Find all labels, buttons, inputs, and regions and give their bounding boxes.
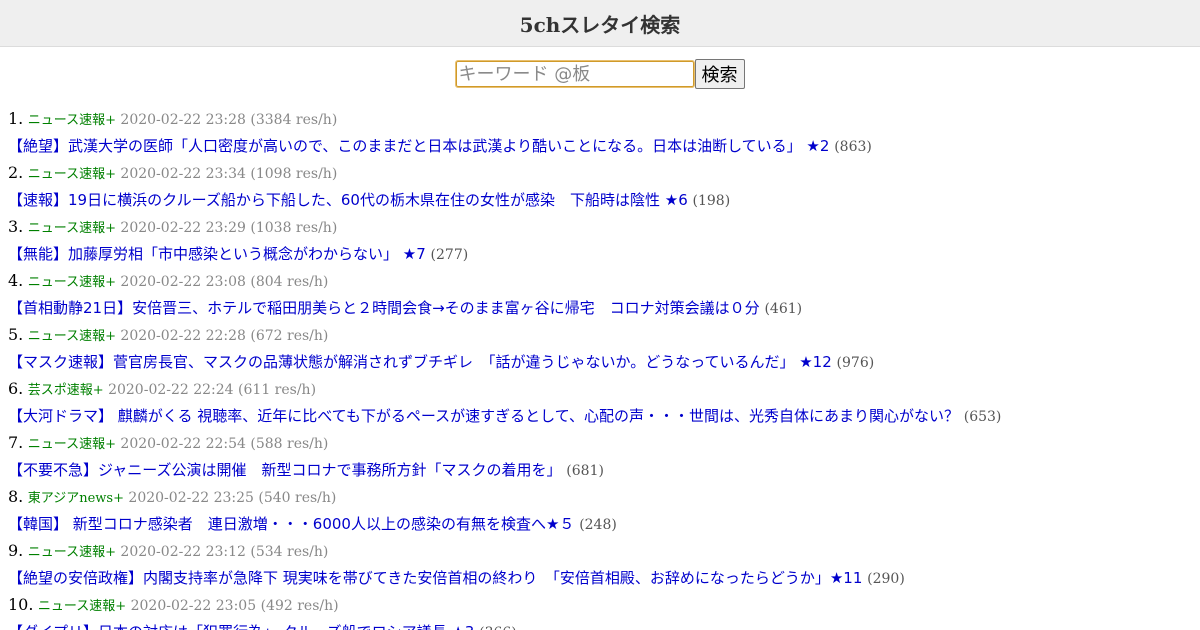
- thread-title-link[interactable]: 【ダイプリ】日本の対応は「犯罪行為」 クルーズ船でロシア議長 ★3: [8, 623, 474, 630]
- list-item: 3. ニュース速報+ 2020-02-22 23:29 (1038 res/h)…: [8, 215, 1200, 269]
- result-meta: 8. 東アジアnews+ 2020-02-22 23:25 (540 res/h…: [8, 485, 1200, 512]
- board-link[interactable]: ニュース速報+: [28, 113, 116, 128]
- result-datetime: 2020-02-22 23:34: [120, 166, 246, 182]
- board-link[interactable]: ニュース速報+: [28, 221, 116, 236]
- result-title-line: 【無能】加藤厚労相「市中感染という概念がわからない」 ★7 (277): [8, 242, 1200, 269]
- result-title-line: 【ダイプリ】日本の対応は「犯罪行為」 クルーズ船でロシア議長 ★3 (366): [8, 620, 1200, 630]
- response-count: (277): [430, 247, 469, 263]
- result-meta: 1. ニュース速報+ 2020-02-22 23:28 (3384 res/h): [8, 107, 1200, 134]
- result-number: 1.: [8, 109, 24, 128]
- result-title-line: 【絶望】武漢大学の医師「人口密度が高いので、このままだと日本は武漢より酷いことに…: [8, 134, 1200, 161]
- result-datetime: 2020-02-22 23:29: [120, 220, 246, 236]
- board-link[interactable]: ニュース速報+: [38, 599, 126, 614]
- result-rate: (540 res/h): [258, 490, 337, 506]
- result-rate: (3384 res/h): [250, 112, 338, 128]
- response-count: (681): [566, 463, 604, 479]
- result-number: 7.: [8, 433, 24, 452]
- result-datetime: 2020-02-22 23:12: [120, 544, 246, 560]
- thread-title-link[interactable]: 【絶望】武漢大学の医師「人口密度が高いので、このままだと日本は武漢より酷いことに…: [8, 137, 829, 155]
- response-count: (461): [764, 301, 803, 317]
- result-title-line: 【マスク速報】菅官房長官、マスクの品薄状態が解消されずブチギレ 「話が違うじゃな…: [8, 350, 1200, 377]
- result-datetime: 2020-02-22 22:24: [108, 382, 234, 398]
- result-title-line: 【韓国】 新型コロナ感染者 連日激増・・・6000人以上の感染の有無を検査へ★５…: [8, 512, 1200, 539]
- board-link[interactable]: ニュース速報+: [28, 329, 116, 344]
- list-item: 9. ニュース速報+ 2020-02-22 23:12 (534 res/h) 【…: [8, 539, 1200, 593]
- list-item: 10. ニュース速報+ 2020-02-22 23:05 (492 res/h)…: [8, 593, 1200, 630]
- board-link[interactable]: 芸スポ速報+: [28, 383, 104, 398]
- result-title-line: 【絶望の安倍政権】内閣支持率が急降下 現実味を帯びてきた安倍首相の終わり 「安倍…: [8, 566, 1200, 593]
- response-count: (976): [836, 355, 875, 371]
- result-rate: (804 res/h): [250, 274, 329, 290]
- result-rate: (1098 res/h): [250, 166, 338, 182]
- board-link[interactable]: 東アジアnews+: [28, 491, 124, 506]
- result-datetime: 2020-02-22 23:25: [128, 490, 254, 506]
- thread-title-link[interactable]: 【絶望の安倍政権】内閣支持率が急降下 現実味を帯びてきた安倍首相の終わり 「安倍…: [8, 569, 862, 587]
- results-list: 1. ニュース速報+ 2020-02-22 23:28 (3384 res/h)…: [0, 107, 1200, 630]
- result-number: 8.: [8, 487, 24, 506]
- board-link[interactable]: ニュース速報+: [28, 545, 116, 560]
- result-number: 4.: [8, 271, 24, 290]
- result-meta: 2. ニュース速報+ 2020-02-22 23:34 (1098 res/h): [8, 161, 1200, 188]
- search-form: 検索: [0, 59, 1200, 89]
- result-datetime: 2020-02-22 22:54: [120, 436, 246, 452]
- result-number: 10.: [8, 595, 34, 614]
- result-datetime: 2020-02-22 23:05: [130, 598, 257, 614]
- list-item: 4. ニュース速報+ 2020-02-22 23:08 (804 res/h) 【…: [8, 269, 1200, 323]
- response-count: (863): [834, 139, 872, 155]
- result-rate: (588 res/h): [250, 436, 329, 452]
- site-header: 5chスレタイ検索: [0, 0, 1200, 47]
- response-count: (290): [867, 571, 905, 587]
- result-number: 3.: [8, 217, 24, 236]
- result-meta: 10. ニュース速報+ 2020-02-22 23:05 (492 res/h): [8, 593, 1200, 620]
- search-button[interactable]: 検索: [694, 59, 745, 89]
- page-title: 5chスレタイ検索: [519, 12, 681, 37]
- result-rate: (611 res/h): [238, 382, 317, 398]
- response-count: (653): [963, 409, 1002, 425]
- thread-title-link[interactable]: 【無能】加藤厚労相「市中感染という概念がわからない」 ★7: [8, 245, 426, 263]
- result-meta: 4. ニュース速報+ 2020-02-22 23:08 (804 res/h): [8, 269, 1200, 296]
- result-number: 2.: [8, 163, 24, 182]
- result-datetime: 2020-02-22 22:28: [120, 328, 246, 344]
- result-title-line: 【速報】19日に横浜のクルーズ船から下船した、60代の栃木県在住の女性が感染 下…: [8, 188, 1200, 215]
- thread-title-link[interactable]: 【首相動静21日】安倍晋三、ホテルで稲田朋美らと２時間会食→そのまま富ヶ谷に帰宅…: [8, 299, 760, 317]
- response-count: (198): [692, 193, 731, 209]
- list-item: 2. ニュース速報+ 2020-02-22 23:34 (1098 res/h)…: [8, 161, 1200, 215]
- thread-title-link[interactable]: 【速報】19日に横浜のクルーズ船から下船した、60代の栃木県在住の女性が感染 下…: [8, 191, 688, 209]
- result-rate: (1038 res/h): [250, 220, 338, 236]
- result-title-line: 【大河ドラマ】 麒麟がくる 視聴率、近年に比べても下がるペースが速すぎるとして、…: [8, 404, 1200, 431]
- result-datetime: 2020-02-22 23:08: [120, 274, 246, 290]
- result-meta: 6. 芸スポ速報+ 2020-02-22 22:24 (611 res/h): [8, 377, 1200, 404]
- result-title-line: 【不要不急】ジャニーズ公演は開催 新型コロナで事務所方針「マスクの着用を」 (6…: [8, 458, 1200, 485]
- result-meta: 3. ニュース速報+ 2020-02-22 23:29 (1038 res/h): [8, 215, 1200, 242]
- list-item: 8. 東アジアnews+ 2020-02-22 23:25 (540 res/h…: [8, 485, 1200, 539]
- result-rate: (492 res/h): [260, 598, 339, 614]
- response-count: (248): [579, 517, 617, 533]
- result-number: 6.: [8, 379, 24, 398]
- result-meta: 9. ニュース速報+ 2020-02-22 23:12 (534 res/h): [8, 539, 1200, 566]
- result-title-line: 【首相動静21日】安倍晋三、ホテルで稲田朋美らと２時間会食→そのまま富ヶ谷に帰宅…: [8, 296, 1200, 323]
- board-link[interactable]: ニュース速報+: [28, 167, 116, 182]
- result-rate: (534 res/h): [250, 544, 329, 560]
- board-link[interactable]: ニュース速報+: [28, 275, 116, 290]
- thread-title-link[interactable]: 【大河ドラマ】 麒麟がくる 視聴率、近年に比べても下がるペースが速すぎるとして、…: [8, 407, 959, 425]
- thread-title-link[interactable]: 【マスク速報】菅官房長官、マスクの品薄状態が解消されずブチギレ 「話が違うじゃな…: [8, 353, 832, 371]
- result-meta: 7. ニュース速報+ 2020-02-22 22:54 (588 res/h): [8, 431, 1200, 458]
- thread-title-link[interactable]: 【韓国】 新型コロナ感染者 連日激増・・・6000人以上の感染の有無を検査へ★５: [8, 515, 574, 533]
- result-number: 9.: [8, 541, 24, 560]
- response-count: (366): [479, 625, 517, 630]
- thread-title-link[interactable]: 【不要不急】ジャニーズ公演は開催 新型コロナで事務所方針「マスクの着用を」: [8, 461, 562, 479]
- board-link[interactable]: ニュース速報+: [28, 437, 116, 452]
- list-item: 5. ニュース速報+ 2020-02-22 22:28 (672 res/h) 【…: [8, 323, 1200, 377]
- list-item: 7. ニュース速報+ 2020-02-22 22:54 (588 res/h) 【…: [8, 431, 1200, 485]
- list-item: 1. ニュース速報+ 2020-02-22 23:28 (3384 res/h)…: [8, 107, 1200, 161]
- result-number: 5.: [8, 325, 24, 344]
- list-item: 6. 芸スポ速報+ 2020-02-22 22:24 (611 res/h) 【大…: [8, 377, 1200, 431]
- search-input[interactable]: [454, 60, 695, 88]
- result-meta: 5. ニュース速報+ 2020-02-22 22:28 (672 res/h): [8, 323, 1200, 350]
- result-rate: (672 res/h): [250, 328, 329, 344]
- result-datetime: 2020-02-22 23:28: [120, 112, 246, 128]
